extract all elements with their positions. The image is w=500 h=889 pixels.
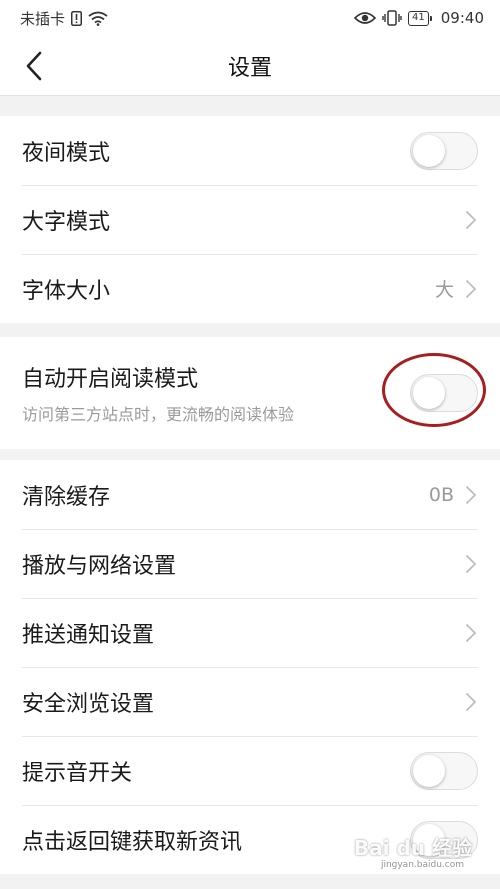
back-key-refresh-label: 点击返回键获取新资讯 — [22, 829, 243, 855]
status-bar: 未插卡 41 09:40 — [0, 0, 500, 36]
status-bar-right: 41 09:40 — [354, 9, 484, 27]
row-push-notifications[interactable]: 推送通知设置 — [0, 598, 500, 667]
row-safe-browsing[interactable]: 安全浏览设置 — [0, 667, 500, 736]
clear-cache-value: 0B — [428, 483, 454, 506]
notification-sound-label: 提示音开关 — [22, 760, 133, 786]
chevron-right-icon — [464, 484, 478, 506]
wifi-icon — [88, 11, 108, 26]
large-text-mode-label: 大字模式 — [22, 209, 111, 235]
battery-icon: 41 — [408, 10, 432, 26]
page-title: 设置 — [227, 55, 272, 81]
toggle-knob — [413, 754, 445, 787]
auto-reading-mode-label: 自动开启阅读模式 — [22, 367, 199, 392]
toggle-knob — [413, 134, 445, 167]
font-size-label: 字体大小 — [22, 278, 111, 304]
title-bar: 设置 — [0, 36, 500, 96]
row-font-size[interactable]: 字体大小 大 — [0, 254, 500, 323]
notification-sound-toggle[interactable] — [410, 751, 478, 790]
safe-browsing-label: 安全浏览设置 — [22, 691, 155, 717]
status-time: 09:40 — [440, 9, 484, 27]
settings-group-general: 清除缓存 0B 播放与网络设置 推送通知设置 安全浏览设置 提示音开关 点击返回… — [0, 460, 500, 874]
auto-reading-mode-toggle[interactable] — [410, 374, 478, 412]
settings-group-display: 夜间模式 大字模式 字体大小 大 — [0, 116, 500, 323]
row-back-key-refresh: 点击返回键获取新资讯 — [0, 805, 500, 874]
back-button[interactable] — [14, 46, 54, 86]
row-auto-reading-mode: 自动开启阅读模式 访问第三方站点时，更流畅的阅读体验 — [0, 337, 500, 449]
night-mode-label: 夜间模式 — [22, 140, 111, 166]
chevron-right-icon — [464, 553, 478, 575]
auto-reading-mode-description: 访问第三方站点时，更流畅的阅读体验 — [22, 405, 295, 424]
playback-network-label: 播放与网络设置 — [22, 553, 177, 579]
toggle-knob — [413, 377, 445, 409]
status-bar-left: 未插卡 — [20, 8, 108, 29]
eye-icon — [354, 11, 377, 25]
row-large-text-mode[interactable]: 大字模式 — [0, 185, 500, 254]
chevron-right-icon — [464, 209, 478, 231]
clear-cache-label: 清除缓存 — [22, 484, 111, 510]
row-playback-network[interactable]: 播放与网络设置 — [0, 529, 500, 598]
font-size-value: 大 — [434, 279, 454, 301]
chevron-right-icon — [464, 622, 478, 644]
sim-alert-icon — [71, 10, 83, 26]
push-notifications-label: 推送通知设置 — [22, 622, 155, 648]
vibrate-icon — [382, 10, 402, 26]
chevron-right-icon — [464, 278, 478, 300]
chevron-left-icon — [26, 51, 42, 81]
carrier-text: 未插卡 — [20, 9, 66, 28]
back-key-refresh-toggle[interactable] — [410, 820, 478, 859]
toggle-knob — [413, 823, 445, 856]
row-night-mode: 夜间模式 — [0, 116, 500, 185]
row-notification-sound: 提示音开关 — [0, 736, 500, 805]
chevron-right-icon — [464, 691, 478, 713]
row-clear-cache[interactable]: 清除缓存 0B — [0, 460, 500, 529]
settings-group-reading: 自动开启阅读模式 访问第三方站点时，更流畅的阅读体验 — [0, 337, 500, 449]
battery-level: 41 — [412, 12, 425, 23]
night-mode-toggle[interactable] — [410, 131, 478, 170]
auto-reading-text: 自动开启阅读模式 访问第三方站点时，更流畅的阅读体验 — [22, 361, 410, 425]
